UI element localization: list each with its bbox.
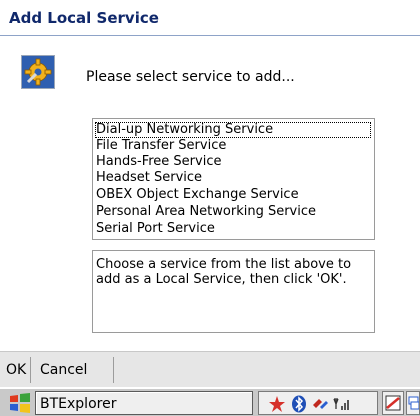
taskbar: BTExplorer <box>0 388 420 416</box>
cancel-button[interactable]: Cancel <box>40 362 87 378</box>
settings-gear-icon <box>21 55 55 89</box>
command-divider <box>30 357 31 383</box>
ok-button[interactable]: OK <box>6 362 26 378</box>
desktop-windows-icon[interactable] <box>406 391 420 415</box>
taskbar-window-button[interactable]: BTExplorer <box>35 391 253 415</box>
title-divider <box>0 35 420 36</box>
taskbar-window-label: BTExplorer <box>40 396 117 412</box>
service-listbox[interactable]: Dial-up Networking Service File Transfer… <box>92 118 375 240</box>
service-item-file-transfer[interactable]: File Transfer Service <box>95 138 226 154</box>
service-item-hands-free[interactable]: Hands-Free Service <box>95 154 221 170</box>
service-item-obex-object-exchange[interactable]: OBEX Object Exchange Service <box>95 187 299 203</box>
description-text: Choose a service from the list above to … <box>96 257 352 287</box>
service-item-serial-port[interactable]: Serial Port Service <box>95 221 215 237</box>
system-tray <box>258 391 378 415</box>
bluetooth-icon[interactable] <box>290 395 308 413</box>
command-divider <box>113 357 114 383</box>
dialog-title-bar: Add Local Service <box>0 0 420 35</box>
input-panel-icon[interactable] <box>382 391 404 415</box>
instruction-text: Please select service to add... <box>86 69 295 85</box>
service-item-personal-area-networking[interactable]: Personal Area Networking Service <box>95 204 316 220</box>
signal-icon[interactable] <box>333 395 351 413</box>
connection-status-icon[interactable] <box>311 395 329 413</box>
network-star-icon[interactable] <box>268 395 286 413</box>
start-windows-icon[interactable] <box>8 392 32 414</box>
dialog-title: Add Local Service <box>9 9 159 27</box>
description-box: Choose a service from the list above to … <box>92 250 375 333</box>
command-bar: OK Cancel <box>0 351 420 387</box>
service-item-dial-up-networking[interactable]: Dial-up Networking Service <box>95 122 371 138</box>
service-item-headset[interactable]: Headset Service <box>95 170 202 186</box>
